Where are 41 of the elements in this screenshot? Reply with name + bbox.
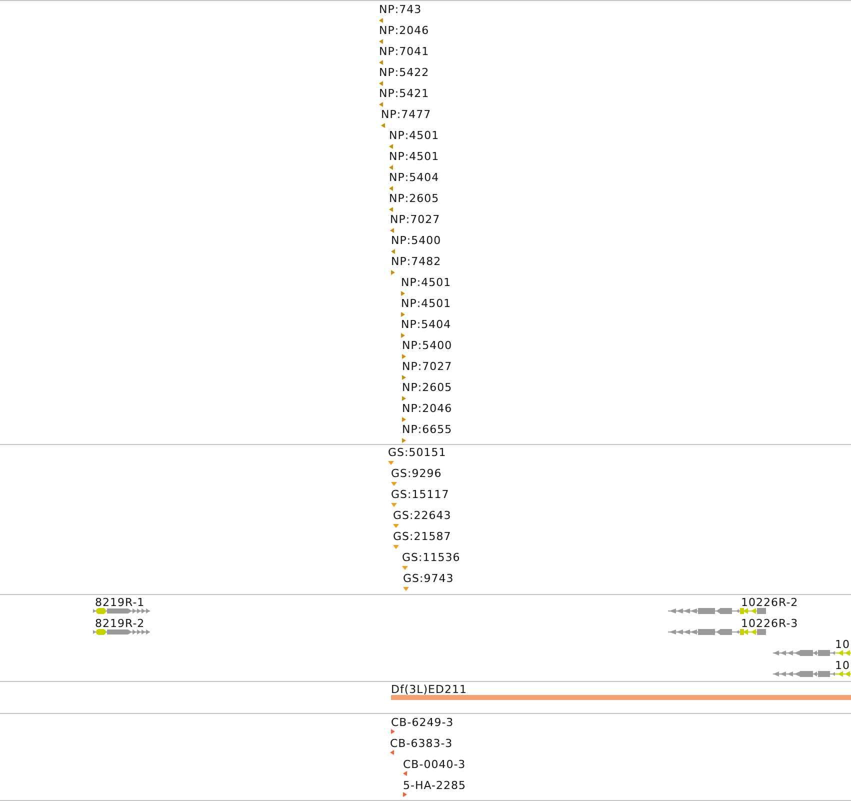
feature-label: 5-HA-2285 [403,779,466,792]
feature-label: NP:5422 [379,66,430,79]
feature-label: NP:7027 [402,360,452,373]
gene-label: 10226R-2 [741,596,798,609]
feature-label: NP:7027 [390,213,440,226]
feature-label: NP:5404 [401,318,452,331]
gene-label: 10 [835,638,850,651]
feature-label: GS:15117 [391,488,450,501]
feature-label: CB-6249-3 [391,716,454,729]
gene-label: 10 [835,659,850,672]
feature-label: GS:9296 [391,467,442,480]
feature-label: NP:7477 [381,108,432,121]
feature-label: NP:6655 [402,423,452,436]
feature-label: CB-6383-3 [390,737,453,750]
feature-label: GS:22643 [393,509,452,522]
region-label: Df(3L)ED211 [391,683,467,696]
feature-label: NP:7482 [391,255,442,268]
gene-label: 8219R-2 [95,617,145,630]
gene-model-drawing [93,628,150,636]
feature-label: NP:4501 [389,129,440,142]
feature-label: NP:4501 [389,150,440,163]
feature-label: NP:4501 [401,276,452,289]
feature-label: GS:11536 [402,551,460,564]
feature-label: NP:743 [379,3,422,16]
gene-label: 8219R-1 [95,596,145,609]
feature-label: GS:50151 [388,446,446,459]
feature-label: NP:2605 [389,192,440,205]
feature-label: NP:2046 [379,24,430,37]
feature-label: NP:4501 [401,297,452,310]
feature-label: NP:2605 [402,381,452,394]
feature-label: NP:5400 [391,234,442,247]
feature-label: NP:2046 [402,402,452,415]
feature-label: CB-0040-3 [403,758,466,771]
feature-label: GS:9743 [403,572,454,585]
feature-label: NP:5421 [379,87,430,100]
gene-label: 10226R-3 [741,617,798,630]
feature-label: NP:7041 [379,45,430,58]
feature-label: GS:21587 [393,530,452,543]
gene-model-drawing [93,607,150,615]
feature-label: NP:5400 [402,339,452,352]
feature-label: NP:5404 [389,171,440,184]
